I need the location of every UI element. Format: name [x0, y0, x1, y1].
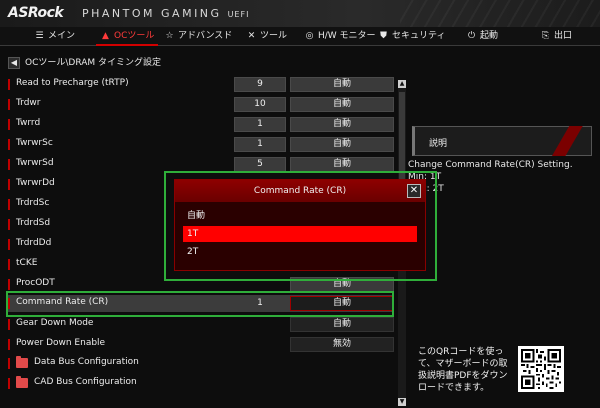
popup-option-2t[interactable]: 2T — [183, 244, 417, 260]
grid-icon: ☰ — [35, 31, 44, 41]
product-subtitle: PHANTOM GAMING UEFI — [82, 7, 249, 20]
setting-option[interactable]: 自動 — [290, 77, 394, 92]
row-marker — [8, 339, 10, 350]
row-marker — [8, 319, 10, 330]
tab-tool-label: ツール — [260, 31, 288, 41]
row-marker — [8, 179, 10, 190]
tab-boot-label: 起動 — [480, 31, 499, 41]
asrock-logo: ASRock — [8, 5, 64, 21]
tab-tool[interactable]: ✕ ツール — [246, 27, 287, 46]
tab-exit[interactable]: ⎘ 出口 — [540, 27, 572, 46]
setting-value: 5 — [234, 157, 286, 172]
qr-description: このQRコードを使って、マザーボードの取扱説明書PDFをダウンロードできます。 — [418, 347, 508, 393]
setting-label: Read to Precharge (tRTP) — [16, 78, 129, 88]
folder-icon — [16, 356, 28, 368]
setting-label: Twrrd — [16, 118, 41, 128]
row-marker — [8, 79, 10, 90]
setting-option[interactable]: 自動 — [290, 117, 394, 132]
uefi-label: UEFI — [227, 10, 250, 19]
row-marker — [8, 139, 10, 150]
setting-value: 1 — [234, 117, 286, 132]
selection-highlight — [6, 291, 394, 317]
setting-value: 9 — [234, 77, 286, 92]
row-marker — [8, 199, 10, 210]
setting-label: TwrwrSc — [16, 138, 53, 148]
setting-label: Gear Down Mode — [16, 318, 94, 328]
setting-label: CAD Bus Configuration — [34, 377, 137, 387]
tab-oc-tweaker[interactable]: ▲ OCツール — [95, 27, 159, 46]
setting-label: Power Down Enable — [16, 338, 106, 348]
row-marker — [8, 279, 10, 290]
help-line: Change Command Rate(CR) Setting. — [408, 160, 573, 170]
header-bar: ASRock PHANTOM GAMING UEFI — [0, 0, 600, 27]
back-arrow-icon[interactable]: ◀ — [8, 56, 20, 69]
monitor-icon: ◎ — [305, 31, 314, 41]
close-icon[interactable]: ✕ — [407, 184, 421, 198]
row-marker — [8, 219, 10, 230]
row-marker — [8, 99, 10, 110]
command-rate-popup: Command Rate (CR) ✕ 自動 1T 2T — [174, 179, 426, 271]
setting-row-twrrd[interactable]: Twrrd 1 自動 — [8, 116, 394, 133]
help-panel: 説明 — [412, 126, 592, 156]
setting-row-power-down[interactable]: Power Down Enable 無効 — [8, 336, 394, 353]
setting-label: tCKE — [16, 258, 38, 268]
row-marker — [8, 239, 10, 250]
tab-oc-label: OCツール — [114, 31, 155, 41]
star-icon: ☆ — [165, 31, 174, 41]
setting-option[interactable]: 自動 — [290, 157, 394, 172]
row-marker — [8, 378, 10, 389]
tab-main[interactable]: ☰ メイン — [34, 27, 75, 46]
scroll-up-icon[interactable]: ▲ — [398, 80, 406, 88]
tab-hw-monitor[interactable]: ◎ H/W モニター — [304, 27, 376, 46]
exit-icon: ⎘ — [541, 31, 550, 41]
help-title: 説明 — [429, 139, 448, 149]
tools-icon: ✕ — [247, 31, 256, 41]
setting-value: 1 — [234, 137, 286, 152]
folder-cad-bus[interactable]: CAD Bus Configuration — [8, 375, 394, 392]
setting-row-twrwrsc[interactable]: TwrwrSc 1 自動 — [8, 136, 394, 153]
setting-label: Trdwr — [16, 98, 41, 108]
setting-option[interactable]: 無効 — [290, 337, 394, 352]
row-marker — [8, 159, 10, 170]
popup-option-auto[interactable]: 自動 — [183, 208, 417, 224]
setting-label: TrdrdSc — [16, 198, 50, 208]
setting-value: 10 — [234, 97, 286, 112]
folder-data-bus[interactable]: Data Bus Configuration — [8, 355, 394, 372]
tab-advanced[interactable]: ☆ アドバンスド — [164, 27, 232, 46]
row-marker — [8, 259, 10, 270]
tab-hw-label: H/W モニター — [318, 31, 376, 41]
popup-title: Command Rate (CR) — [175, 180, 425, 202]
tab-boot[interactable]: ⏻ 起動 — [466, 27, 498, 46]
tab-security-label: セキュリティ — [392, 31, 446, 41]
setting-row-gear-down[interactable]: Gear Down Mode 自動 — [8, 316, 394, 333]
tab-advanced-label: アドバンスド — [178, 31, 233, 41]
tab-main-label: メイン — [48, 31, 76, 41]
tab-security[interactable]: ⛊ セキュリティ — [378, 27, 445, 46]
row-marker — [8, 119, 10, 130]
setting-label: Data Bus Configuration — [34, 357, 139, 367]
shield-icon: ⛊ — [380, 31, 387, 41]
setting-label: TrdrdSd — [16, 218, 51, 228]
row-marker — [8, 358, 10, 369]
qr-code-icon — [518, 346, 564, 392]
breadcrumb: ◀ OCツール\DRAM タイミング設定 — [8, 55, 161, 69]
setting-row-trdwr[interactable]: Trdwr 10 自動 — [8, 96, 394, 113]
setting-label: TwrwrSd — [16, 158, 54, 168]
subtitle-text: PHANTOM GAMING — [82, 7, 222, 20]
power-icon: ⏻ — [467, 31, 476, 41]
setting-option[interactable]: 自動 — [290, 137, 394, 152]
setting-row-trtp[interactable]: Read to Precharge (tRTP) 9 自動 — [8, 76, 394, 93]
popup-option-1t[interactable]: 1T — [183, 226, 417, 242]
flame-icon: ▲ — [102, 31, 109, 41]
breadcrumb-text: OCツール\DRAM タイミング設定 — [25, 58, 162, 68]
setting-label: TrdrdDd — [16, 238, 52, 248]
setting-option[interactable]: 自動 — [290, 317, 394, 332]
folder-icon — [16, 376, 28, 388]
setting-label: ProcODT — [16, 278, 55, 288]
tab-exit-label: 出口 — [554, 31, 573, 41]
scroll-down-icon[interactable]: ▼ — [398, 398, 406, 406]
setting-option[interactable]: 自動 — [290, 97, 394, 112]
setting-label: TwrwrDd — [16, 178, 55, 188]
main-nav: ☰ メイン ▲ OCツール ☆ アドバンスド ✕ ツール ◎ H/W モニター ⛊ セキュリ… — [0, 27, 600, 46]
